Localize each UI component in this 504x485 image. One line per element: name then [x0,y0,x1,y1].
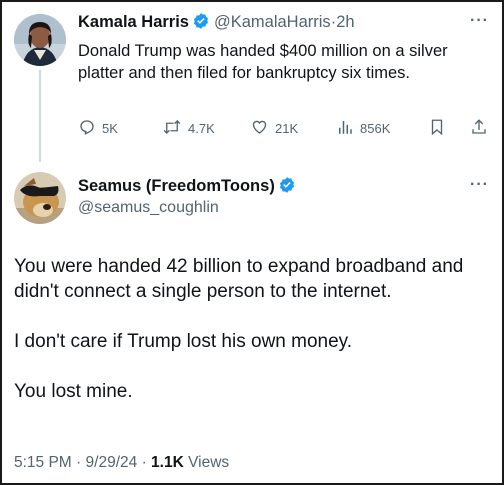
tweet1-header: Kamala Harris @KamalaHarris·2h [78,12,355,35]
like-button[interactable]: 21K [250,118,298,139]
bookmark-icon [428,118,452,139]
tweet2-views-count: 1.1K [151,454,184,471]
retweet-count: 4.7K [188,121,215,136]
views-icon [336,118,360,139]
like-icon [250,118,275,139]
verified-badge-icon [192,12,210,35]
share-button[interactable] [470,118,494,139]
tweet2-time[interactable]: 5:15 PM [14,454,72,471]
tweet2-handle[interactable]: @seamus_coughlin [78,199,219,217]
share-icon [470,118,494,139]
reply-count: 5K [102,121,118,136]
views-count: 856K [360,121,391,136]
retweet-icon [162,118,188,139]
views-button[interactable]: 856K [336,118,390,139]
tweet2-paragraph: I don't care if Trump lost his own money… [14,331,353,352]
tweet2-meta: 5:15 PM · 9/29/24 · 1.1K Views [14,454,229,472]
reply-button[interactable]: 5K [78,118,118,139]
verified-badge-icon [278,176,296,199]
tweet2-paragraph: You lost mine. [14,381,133,402]
tweet1-action-bar: 5K 4.7K 21K 856K [74,118,494,138]
seamus-avatar[interactable] [14,172,66,224]
tweet2-author-name[interactable]: Seamus (FreedomToons) [78,177,275,195]
bookmark-button[interactable] [428,118,452,139]
kamala-avatar[interactable] [14,14,66,66]
tweet2-separator: · [141,454,147,471]
tweet2-date[interactable]: 9/29/24 [86,454,138,471]
tweet2-separator: · [76,454,82,471]
tweet2-text: You were handed 42 billion to expand bro… [14,254,494,429]
like-count: 21K [275,121,299,136]
tweet2-paragraph: You were handed 42 billion to expand bro… [14,256,464,302]
tweet2-header: Seamus (FreedomToons) [78,176,296,199]
reply-icon [78,118,102,139]
tweet1-handle[interactable]: @KamalaHarris [214,13,331,31]
thread-connector-line [39,70,41,162]
tweet2-views-label: Views [188,454,230,471]
retweet-button[interactable]: 4.7K [162,118,215,139]
tweet1-text: Donald Trump was handed $400 million on … [78,42,448,82]
tweet1-author-name[interactable]: Kamala Harris [78,13,189,31]
more-icon[interactable]: ··· [470,176,489,194]
more-icon[interactable]: ··· [470,12,489,30]
tweet1-time[interactable]: 2h [336,13,354,31]
